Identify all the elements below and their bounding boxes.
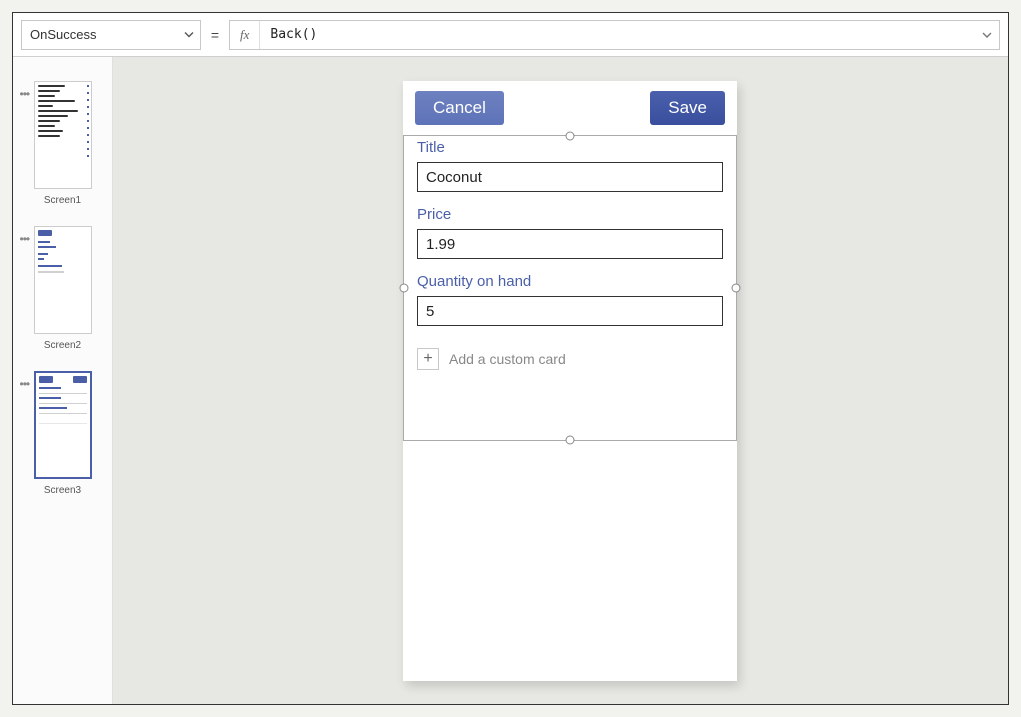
more-icon[interactable]: ••• xyxy=(20,232,30,246)
formula-input[interactable]: Back() xyxy=(260,27,975,42)
thumb-label: Screen1 xyxy=(44,195,81,206)
formula-expand-button[interactable] xyxy=(975,21,999,49)
fx-icon: fx xyxy=(230,21,260,49)
thumb-label: Screen2 xyxy=(44,340,81,351)
equals-sign: = xyxy=(209,27,221,43)
app-header: Cancel Save xyxy=(403,81,737,135)
app-frame: OnSuccess = fx Back() ••• xyxy=(12,12,1009,705)
main-area: ••• xyxy=(13,57,1008,704)
add-custom-card[interactable]: + Add a custom card xyxy=(403,340,737,378)
save-button-label: Save xyxy=(668,98,707,118)
more-icon[interactable]: ••• xyxy=(20,87,30,101)
more-icon[interactable]: ••• xyxy=(20,377,30,391)
thumb-selection-strip xyxy=(34,373,36,477)
field-qty: Quantity on hand xyxy=(417,273,723,326)
field-price-label: Price xyxy=(417,206,723,223)
field-qty-input[interactable] xyxy=(417,296,723,326)
canvas[interactable]: Cancel Save Title Price xyxy=(113,57,1008,704)
thumb-preview-1 xyxy=(34,81,92,189)
phone-preview: Cancel Save Title Price xyxy=(403,81,737,681)
screen-thumb-3[interactable]: ••• Screen3 xyxy=(34,371,92,496)
chevron-down-icon xyxy=(184,27,194,42)
field-price-input[interactable] xyxy=(417,229,723,259)
thumb-preview-3 xyxy=(34,371,92,479)
property-selector-value: OnSuccess xyxy=(30,27,96,42)
formula-box: fx Back() xyxy=(229,20,1000,50)
screens-panel: ••• xyxy=(13,57,113,704)
form-body: Title Price Quantity on hand xyxy=(403,135,737,326)
screen-thumb-1[interactable]: ••• xyxy=(34,81,92,206)
save-button[interactable]: Save xyxy=(650,91,725,125)
cancel-button[interactable]: Cancel xyxy=(415,91,504,125)
plus-icon: + xyxy=(417,348,439,370)
screen-thumb-2[interactable]: ••• Screen2 xyxy=(34,226,92,351)
property-selector[interactable]: OnSuccess xyxy=(21,20,201,50)
field-title: Title xyxy=(417,139,723,192)
field-title-label: Title xyxy=(417,139,723,156)
cancel-button-label: Cancel xyxy=(433,98,486,118)
thumb-label: Screen3 xyxy=(44,485,81,496)
field-price: Price xyxy=(417,206,723,259)
formula-bar: OnSuccess = fx Back() xyxy=(13,13,1008,57)
field-qty-label: Quantity on hand xyxy=(417,273,723,290)
add-custom-card-label: Add a custom card xyxy=(449,351,566,367)
thumb-preview-2 xyxy=(34,226,92,334)
field-title-input[interactable] xyxy=(417,162,723,192)
